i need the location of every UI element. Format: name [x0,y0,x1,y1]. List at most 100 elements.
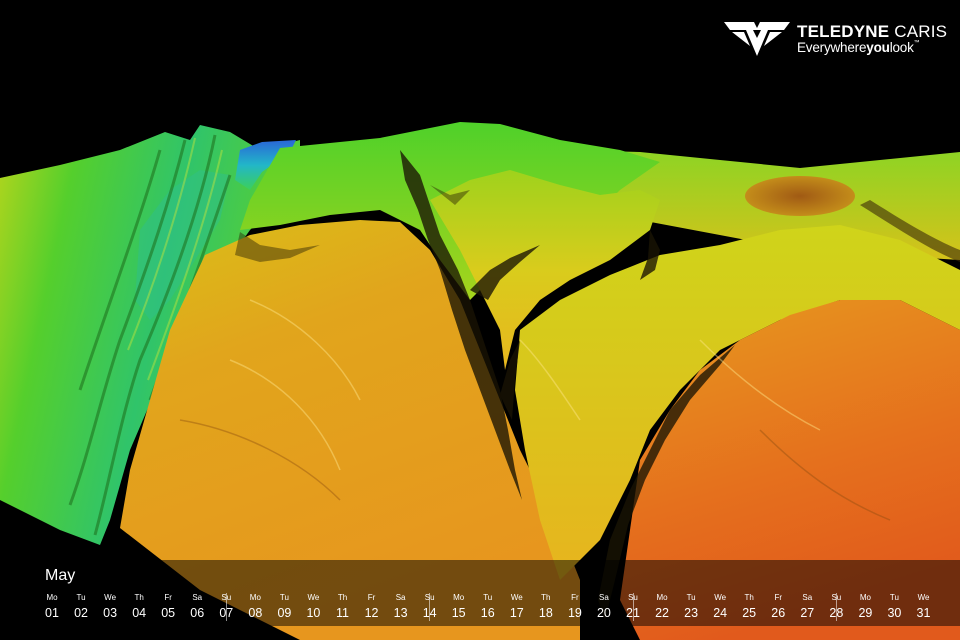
calendar-day: Mo 01 [38,593,66,621]
calendar-day: Th 25 [735,593,763,621]
calendar-day-number: 21 [626,606,640,620]
calendar-day-number: 30 [887,606,902,620]
calendar-day-number: 04 [132,606,147,620]
calendar-day-number: 08 [248,606,263,620]
calendar-day-name: Mo [249,593,261,602]
calendar-day-number: 13 [393,606,408,620]
calendar-day-number: 06 [190,606,205,620]
calendar-day-name: Th [337,593,348,602]
calendar-day-name: Mo [656,593,668,602]
calendar-month: May [45,567,76,584]
calendar-day-number: 22 [655,606,669,620]
calendar-day: We 10 [299,593,327,621]
calendar-day-number: 02 [74,606,88,620]
calendar-day-number: 03 [103,606,118,620]
calendar-day: We 31 [910,593,938,621]
calendar-day-number: 19 [567,606,582,620]
calendar-day-name: Tu [279,593,289,602]
calendar-day-name: Fr [774,593,783,602]
calendar-day-name: Sa [192,593,203,602]
calendar-days: Mo 01 Tu 02 We 03 Th 04 Fr 05 Sa 06 Su 07 Mo 08 Tu 09 We 10… [0,593,960,623]
calendar-day: Tu 16 [474,593,502,621]
teledyne-chevron-logo-icon [724,22,790,56]
calendar-day-name: Fr [164,593,172,602]
calendar-day-name: We [714,593,727,602]
calendar-day-name: Tu [686,593,696,602]
calendar-day-number: 15 [451,606,466,620]
calendar-day: Su 21 [619,593,647,621]
calendar-day-number: 14 [422,606,437,620]
calendar-day: Fr 05 [154,593,182,621]
calendar-day-name: Su [831,593,842,602]
bathymetry-terrain-image [0,122,960,640]
calendar-day: Su 07 [212,593,240,621]
calendar-day-name: Sa [599,593,609,602]
calendar-day: Tu 02 [67,593,95,621]
calendar-day: Fr 19 [561,593,589,621]
logo-brand: TELEDYNE CARIS [797,22,948,41]
calendar-day: We 03 [96,593,124,621]
calendar-day-name: Fr [571,593,579,602]
calendar-day-name: Th [744,593,754,602]
calendar-day-number: 05 [161,606,176,620]
calendar-day: Sa 13 [387,593,415,621]
calendar-day: Su 28 [822,593,850,621]
calendar-day-name: Mo [46,593,58,602]
calendar-day: Fr 26 [764,593,792,621]
calendar-day-name: Tu [76,593,86,602]
teledyne-caris-logo: TELEDYNE CARIS Everywhereyoulook™ [724,22,947,58]
calendar-day: Th 11 [329,593,357,621]
calendar-day-name: We [510,593,523,602]
calendar-day-number: 20 [596,606,611,620]
calendar-day: Fr 12 [358,593,386,621]
calendar-day-number: 09 [277,606,292,620]
calendar-day-name: We [104,593,117,602]
calendar-day-name: Mo [859,593,871,602]
terrain-seamount [745,176,855,216]
calendar-day: Tu 23 [677,593,705,621]
calendar-day: Sa 27 [793,593,821,621]
calendar-day-number: 24 [713,606,728,620]
calendar-day: Sa 20 [590,593,618,621]
calendar-day-number: 31 [916,606,931,620]
calendar-day-number: 12 [364,606,379,620]
calendar-day: Mo 29 [851,593,879,621]
calendar-day-name: Sa [802,593,813,602]
calendar-day-number: 29 [858,606,873,620]
calendar-day: Tu 30 [880,593,908,621]
calendar-day-number: 25 [742,606,757,620]
calendar-day: We 17 [503,593,531,621]
calendar-day: Th 04 [125,593,153,621]
calendar-day-name: We [917,593,930,602]
calendar-day-name: Su [221,593,232,602]
calendar-day-name: Tu [889,593,899,602]
calendar-day-name: Mo [453,593,465,602]
calendar-day-number: 16 [480,606,495,620]
calendar-day: Tu 09 [270,593,298,621]
calendar-day: Sa 06 [183,593,211,621]
calendar-day-number: 23 [684,606,699,620]
calendar-day: Mo 22 [648,593,676,621]
calendar-day-name: We [307,593,320,602]
calendar-day: Mo 08 [241,593,269,621]
calendar-day-name: Th [134,593,144,602]
calendar-day-number: 18 [538,606,553,620]
calendar-day-name: Sa [395,593,406,602]
calendar-day-name: Su [628,593,638,602]
calendar-day-name: Tu [483,593,493,602]
calendar-day-number: 17 [509,606,524,620]
calendar-day-number: 26 [771,606,786,620]
logo-tagline: Everywhereyoulook™ [797,40,920,55]
calendar-day-number: 28 [829,606,844,620]
calendar-day-number: 11 [336,606,349,620]
calendar-day: We 24 [706,593,734,621]
calendar-day-number: 27 [800,606,815,620]
calendar-day-number: 10 [306,606,321,620]
calendar-day: Mo 15 [445,593,473,621]
calendar-day: Su 14 [416,593,444,621]
calendar-day: Th 18 [532,593,560,621]
calendar-day-name: Fr [367,593,376,602]
calendar-day-name: Su [424,593,435,602]
calendar-day-number: 01 [45,606,59,620]
calendar-day-number: 07 [219,606,234,620]
